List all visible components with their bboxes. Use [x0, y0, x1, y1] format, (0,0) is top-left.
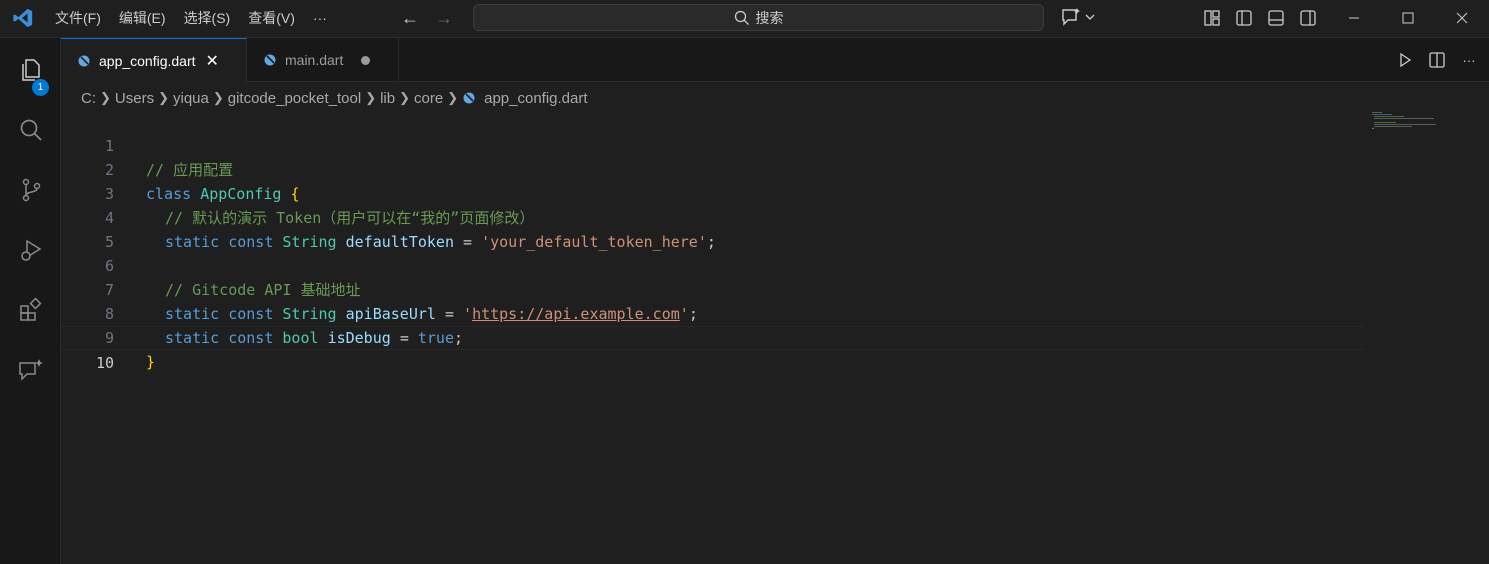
code-editor[interactable]: 1 // 应用配置 2 class AppConfig { 3 // 默认的演示…: [61, 110, 1364, 372]
search-view-button[interactable]: [0, 106, 61, 154]
breadcrumb-file[interactable]: app_config.dart: [484, 90, 587, 107]
title-bar: 文件(F) 编辑(E) 选择(S) 查看(V) ··· ← → 搜索: [0, 0, 1489, 38]
chevron-right-icon: ❯: [100, 90, 111, 105]
vscode-logo-icon: [13, 8, 33, 28]
breadcrumb: C: ❯ Users ❯ yiqua ❯ gitcode_pocket_tool…: [81, 88, 588, 108]
back-arrow-icon[interactable]: ←: [398, 6, 422, 30]
chevron-right-icon: ❯: [399, 90, 411, 105]
code-line: 5: [61, 206, 1364, 251]
chevron-right-icon: ❯: [212, 90, 224, 105]
copilot-chat-icon: [1062, 8, 1080, 26]
breadcrumb-item[interactable]: lib: [380, 90, 395, 107]
menu-more[interactable]: ···: [304, 0, 336, 36]
code-line: 8 static const bool isDebug = true;: [61, 278, 1364, 347]
menu-edit[interactable]: 编辑(E): [110, 0, 175, 36]
code-line: 4 static const String defaultToken = 'yo…: [61, 182, 1364, 251]
minimize-icon[interactable]: [1327, 0, 1381, 36]
breadcrumb-item[interactable]: gitcode_pocket_tool: [228, 90, 361, 107]
menu-bar: 文件(F) 编辑(E) 选择(S) 查看(V) ···: [46, 0, 336, 36]
code-line: 9 }: [61, 302, 1364, 371]
code-line: 1 // 应用配置: [61, 110, 1364, 179]
search-icon: [734, 10, 749, 25]
chevron-right-icon: ❯: [365, 90, 377, 105]
layout-controls: [1200, 6, 1320, 30]
chevron-right-icon: ❯: [447, 90, 459, 105]
command-center-search[interactable]: 搜索: [473, 4, 1044, 31]
chat-button[interactable]: [0, 346, 61, 394]
maximize-icon[interactable]: [1381, 0, 1435, 36]
brace: }: [146, 353, 156, 371]
run-debug-icon: [20, 239, 41, 261]
menu-view[interactable]: 查看(V): [239, 0, 304, 36]
explorer-badge: 1: [32, 79, 49, 96]
forward-arrow-icon[interactable]: →: [432, 6, 456, 30]
code-line: 7 static const String apiBaseUrl = 'http…: [61, 254, 1364, 323]
line-number: 10: [95, 354, 114, 372]
tab-main[interactable]: main.dart: [247, 38, 399, 82]
history-nav: ← →: [398, 6, 456, 30]
close-window-icon[interactable]: [1435, 0, 1489, 36]
toggle-panel-icon[interactable]: [1264, 6, 1288, 30]
search-label: 搜索: [755, 9, 784, 26]
chat-sparkle-icon: [18, 359, 43, 381]
chevron-down-icon: [1085, 14, 1095, 20]
copilot-menu[interactable]: [1060, 7, 1096, 27]
code-line: 6 // Gitcode API 基础地址: [61, 230, 1364, 299]
source-control-icon: [22, 178, 40, 202]
dart-file-icon: [78, 55, 90, 67]
tab-label: app_config.dart: [99, 53, 196, 69]
breadcrumb-item[interactable]: C:: [81, 90, 96, 107]
close-tab-icon[interactable]: ✕: [206, 51, 219, 71]
tab-app-config[interactable]: app_config.dart ✕: [61, 38, 247, 83]
dart-file-icon: [463, 92, 475, 104]
breadcrumb-item[interactable]: yiqua: [173, 90, 209, 107]
dart-file-icon: [264, 54, 276, 66]
unsaved-dot-icon[interactable]: [361, 55, 371, 65]
minimap[interactable]: [1371, 112, 1441, 132]
window-controls: [1327, 0, 1489, 36]
more-actions-icon[interactable]: ···: [1457, 48, 1481, 72]
editor-tab-bar: app_config.dart ✕ main.dart ···: [61, 38, 1489, 83]
source-control-button[interactable]: [0, 166, 61, 214]
toggle-primary-sidebar-icon[interactable]: [1232, 6, 1256, 30]
code-line: 3 // 默认的演示 Token（用户可以在“我的”页面修改）: [61, 158, 1364, 227]
code-line-current: 10: [61, 326, 1364, 372]
toggle-secondary-sidebar-icon[interactable]: [1296, 6, 1320, 30]
extensions-icon: [19, 297, 42, 321]
menu-file[interactable]: 文件(F): [46, 0, 110, 36]
breadcrumb-item[interactable]: core: [414, 90, 443, 107]
search-icon: [20, 119, 42, 141]
code-line: 2 class AppConfig {: [61, 134, 1364, 203]
run-debug-button[interactable]: [0, 226, 61, 274]
editor-actions: ···: [1393, 48, 1481, 72]
activity-bar: 1: [0, 38, 61, 564]
extensions-button[interactable]: [0, 286, 61, 334]
tab-label: main.dart: [285, 52, 344, 68]
explorer-button[interactable]: 1: [0, 46, 61, 96]
breadcrumb-item[interactable]: Users: [115, 90, 154, 107]
run-file-icon[interactable]: [1393, 48, 1417, 72]
vertical-scrollbar[interactable]: [1480, 84, 1489, 564]
chevron-right-icon: ❯: [158, 90, 169, 105]
split-editor-icon[interactable]: [1425, 48, 1449, 72]
menu-selection[interactable]: 选择(S): [175, 0, 240, 36]
customize-layout-icon[interactable]: [1200, 6, 1224, 30]
